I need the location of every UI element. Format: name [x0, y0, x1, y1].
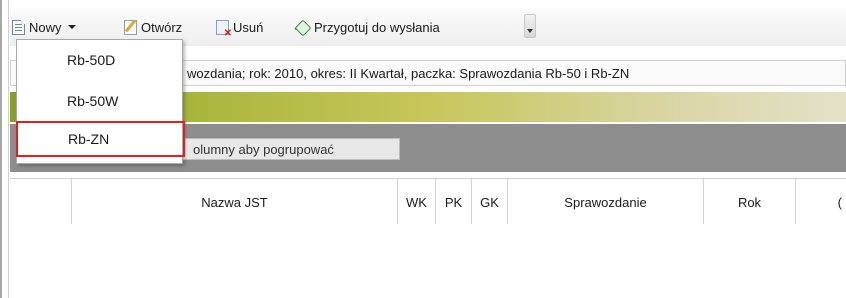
prepare-to-send-label: Przygotuj do wysłania [314, 19, 440, 35]
delete-button[interactable]: Usuń [216, 16, 264, 39]
column-header-label: Nazwa JST [201, 194, 268, 210]
column-header-label: Rok [737, 194, 762, 210]
column-header-label: GK [480, 194, 499, 210]
column-header-sprawozdanie[interactable]: Sprawozdanie [508, 179, 704, 225]
open-button[interactable]: Otwórz [124, 16, 182, 38]
row-indicator-column[interactable] [10, 179, 72, 225]
column-header-label: WK [406, 194, 427, 210]
toolbar-overflow-button[interactable] [524, 14, 536, 38]
open-button-label: Otwórz [141, 19, 183, 35]
column-header-label: PK [444, 194, 463, 210]
edit-document-icon [124, 19, 137, 35]
column-header-nazwa-jst[interactable]: Nazwa JST [72, 179, 398, 225]
window-left-border [0, 0, 2, 298]
menu-item-rb-50d[interactable]: Rb-50D [17, 42, 182, 78]
new-document-icon [12, 19, 25, 35]
menu-item-label: Rb-ZN [68, 131, 110, 147]
menu-item-rb-50w[interactable]: Rb-50W [17, 83, 182, 119]
info-text: wozdania; rok: 2010, okres: II Kwartał, … [187, 66, 630, 81]
menu-item-rb-zn[interactable]: Rb-ZN [16, 121, 185, 157]
window-left-border-inner [8, 0, 9, 298]
column-header-partial[interactable]: ( [796, 179, 846, 225]
column-header-label: ( [837, 194, 842, 210]
column-header-pk[interactable]: PK [436, 179, 472, 225]
grid-body[interactable] [10, 224, 846, 298]
column-header-gk[interactable]: GK [472, 179, 508, 225]
delete-button-label: Usuń [233, 19, 264, 35]
chevron-down-icon[interactable] [67, 25, 76, 29]
grid-header: Nazwa JST WK PK GK Sprawozdanie Rok ( [10, 178, 846, 226]
column-header-wk[interactable]: WK [398, 179, 436, 225]
prepare-to-send-button[interactable]: Przygotuj do wysłania [294, 16, 440, 38]
menu-item-label: Rb-50W [67, 93, 119, 109]
menu-item-label: Rb-50D [67, 52, 116, 68]
new-dropdown-menu: Rb-50D Rb-50W Rb-ZN [16, 39, 185, 164]
column-header-rok[interactable]: Rok [704, 179, 796, 225]
delete-document-icon [216, 19, 232, 39]
column-header-label: Sprawozdanie [564, 194, 647, 210]
group-by-hint: olumny aby pogrupować [180, 138, 400, 160]
new-button[interactable]: Nowy [12, 16, 80, 38]
send-icon [294, 19, 310, 35]
new-button-label: Nowy [29, 19, 62, 35]
